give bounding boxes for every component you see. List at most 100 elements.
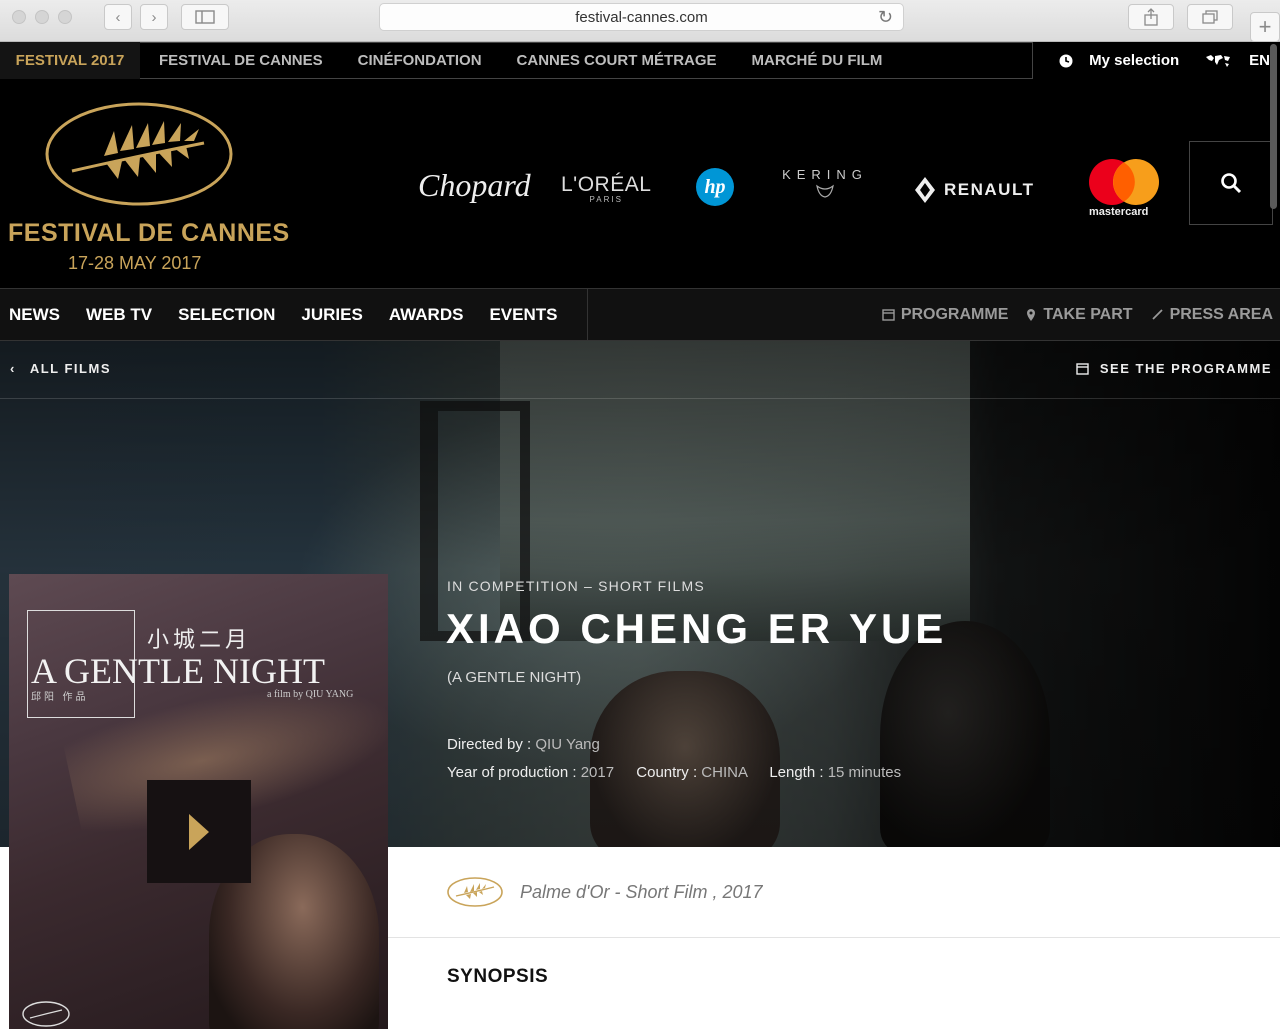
- year-value: 2017: [580, 764, 615, 781]
- share-button[interactable]: [1128, 4, 1174, 30]
- tabs-icon: [1202, 10, 1218, 24]
- film-title: XIAO CHENG ER YUE: [446, 605, 948, 652]
- poster-chinese-credit: 邱阳 作品: [31, 692, 89, 703]
- main-nav-left: NEWS WEB TV SELECTION JURIES AWARDS EVEN…: [0, 289, 588, 340]
- film-category: IN COMPETITION – SHORT FILMS: [447, 578, 705, 594]
- chevron-left-icon: ‹: [10, 361, 16, 376]
- calendar-icon: [882, 309, 895, 321]
- nav-awards[interactable]: AWARDS: [389, 305, 464, 325]
- hp-wordmark: hp: [704, 175, 726, 198]
- url-text: festival-cannes.com: [575, 8, 708, 26]
- plus-icon: +: [1258, 14, 1272, 39]
- sponsor-hp-logo[interactable]: hp: [696, 168, 734, 206]
- minimize-window-button[interactable]: [35, 10, 49, 24]
- sponsor-loreal-logo[interactable]: L'ORÉAL PARIS: [561, 173, 651, 204]
- film-poster[interactable]: 小城二月 A GENTLE NIGHT 邱阳 作品 a film by QIU …: [9, 574, 388, 1029]
- nav-press-area[interactable]: PRESS AREA: [1151, 306, 1273, 324]
- chevron-right-icon: ›: [151, 8, 157, 26]
- film-english-title: (A GENTLE NIGHT): [447, 669, 582, 686]
- language-selector[interactable]: EN: [1249, 52, 1270, 69]
- film-content: Palme d'Or - Short Film , 2017 SYNOPSIS: [388, 847, 1280, 1029]
- nav-events[interactable]: EVENTS: [489, 305, 557, 325]
- loreal-wordmark: L'ORÉAL: [561, 173, 652, 196]
- length-label: Length :: [769, 764, 828, 781]
- nav-programme-label: PROGRAMME: [900, 305, 1009, 323]
- kering-wordmark: KERING: [782, 167, 868, 182]
- search-icon: [1221, 173, 1242, 194]
- mastercard-circles-icon: [1089, 159, 1159, 205]
- sponsor-mastercard-logo[interactable]: mastercard: [1086, 159, 1162, 221]
- year-label: Year of production :: [447, 764, 581, 781]
- forward-button[interactable]: ›: [140, 4, 168, 30]
- country-label: Country :: [636, 764, 702, 781]
- world-map-icon[interactable]: [1205, 54, 1231, 68]
- play-icon: [189, 813, 209, 850]
- palme-award-icon: [447, 877, 503, 907]
- film-director-row: Directed by : QIU Yang: [447, 736, 600, 753]
- poster-english-title: A GENTLE NIGHT: [31, 651, 325, 691]
- mastercard-wordmark: mastercard: [1089, 206, 1149, 218]
- topbar-right: My selection EN: [1059, 42, 1280, 79]
- topnav-cinefondation[interactable]: CINÉFONDATION: [358, 52, 482, 69]
- nav-programme[interactable]: PROGRAMME: [882, 305, 1009, 324]
- my-selection-link[interactable]: My selection: [1089, 52, 1179, 69]
- director-label: Directed by :: [447, 736, 536, 753]
- address-bar[interactable]: festival-cannes.com ↻: [379, 3, 904, 31]
- country-value: CHINA: [701, 764, 748, 781]
- nav-take-part[interactable]: TAKE PART: [1026, 306, 1133, 324]
- browser-toolbar: ‹ › festival-cannes.com ↻ +: [0, 0, 1280, 42]
- length-value: 15 minutes: [827, 764, 902, 781]
- owl-icon: [816, 184, 834, 198]
- renault-wordmark: RENAULT: [944, 180, 1035, 199]
- festival-dates: 17-28 MAY 2017: [68, 253, 202, 273]
- topnav-marche-du-film[interactable]: MARCHÉ DU FILM: [752, 52, 883, 69]
- hero-toolbar: ‹ ALL FILMS SEE THE PROGRAMME: [0, 341, 1280, 399]
- topnav-festival-de-cannes[interactable]: FESTIVAL DE CANNES: [159, 52, 323, 69]
- see-programme-label: SEE THE PROGRAMME: [1099, 361, 1272, 376]
- nav-press-area-label: PRESS AREA: [1169, 305, 1273, 323]
- nav-juries[interactable]: JURIES: [301, 305, 362, 325]
- poster-palme-logo-icon: [22, 1001, 70, 1027]
- site-header: FESTIVAL DE CANNES 17-28 MAY 2017 Chopar…: [0, 79, 1280, 288]
- award-row: Palme d'Or - Short Film , 2017: [388, 847, 1280, 938]
- palme-logo-icon[interactable]: [44, 101, 234, 207]
- all-films-label: ALL FILMS: [29, 361, 111, 376]
- top-strip: FESTIVAL 2017 FESTIVAL DE CANNES CINÉFON…: [0, 42, 1280, 79]
- award-text: Palme d'Or - Short Film , 2017: [520, 881, 763, 902]
- nav-news[interactable]: NEWS: [9, 305, 60, 325]
- festival-edition-link[interactable]: FESTIVAL 2017: [0, 42, 140, 79]
- reload-icon[interactable]: ↻: [878, 7, 893, 28]
- festival-logo-title: FESTIVAL DE CANNES: [8, 219, 290, 247]
- loreal-paris-text: PARIS: [589, 195, 623, 204]
- close-window-button[interactable]: [12, 10, 26, 24]
- calendar-icon: [1076, 363, 1089, 375]
- poster-english-credit: a film by QIU YANG: [267, 689, 354, 700]
- director-value: QIU Yang: [535, 736, 600, 753]
- main-nav-right: PROGRAMME TAKE PART PRESS AREA: [864, 289, 1273, 340]
- back-button[interactable]: ‹: [104, 4, 132, 30]
- renault-diamond-icon: [915, 177, 935, 203]
- location-pin-icon: [1027, 308, 1036, 321]
- share-icon: [1144, 8, 1158, 26]
- play-trailer-button[interactable]: [147, 780, 251, 883]
- film-details-row: Year of production : 2017 Country : CHIN…: [447, 764, 901, 781]
- secondary-nav: FESTIVAL DE CANNES CINÉFONDATION CANNES …: [140, 42, 1033, 79]
- sponsor-kering-logo[interactable]: KERING: [779, 167, 871, 203]
- zoom-window-button[interactable]: [58, 10, 72, 24]
- topnav-cannes-court-metrage[interactable]: CANNES COURT MÉTRAGE: [517, 52, 717, 69]
- see-programme-link[interactable]: SEE THE PROGRAMME: [1076, 361, 1272, 376]
- sidebar-icon: [195, 10, 215, 24]
- sponsor-chopard-logo[interactable]: Chopard: [418, 167, 531, 204]
- search-button[interactable]: [1189, 141, 1273, 225]
- main-nav: NEWS WEB TV SELECTION JURIES AWARDS EVEN…: [0, 288, 1280, 341]
- nav-selection[interactable]: SELECTION: [178, 305, 275, 325]
- nav-web-tv[interactable]: WEB TV: [86, 305, 152, 325]
- sidebar-toggle-button[interactable]: [181, 4, 229, 30]
- chevron-left-icon: ‹: [115, 8, 121, 26]
- pencil-icon: [1151, 309, 1163, 320]
- tabs-overview-button[interactable]: [1187, 4, 1233, 30]
- page-scrollbar[interactable]: [1270, 44, 1277, 209]
- sponsor-renault-logo[interactable]: RENAULT: [914, 176, 1034, 204]
- new-tab-button[interactable]: +: [1250, 12, 1280, 42]
- all-films-link[interactable]: ‹ ALL FILMS: [10, 361, 111, 376]
